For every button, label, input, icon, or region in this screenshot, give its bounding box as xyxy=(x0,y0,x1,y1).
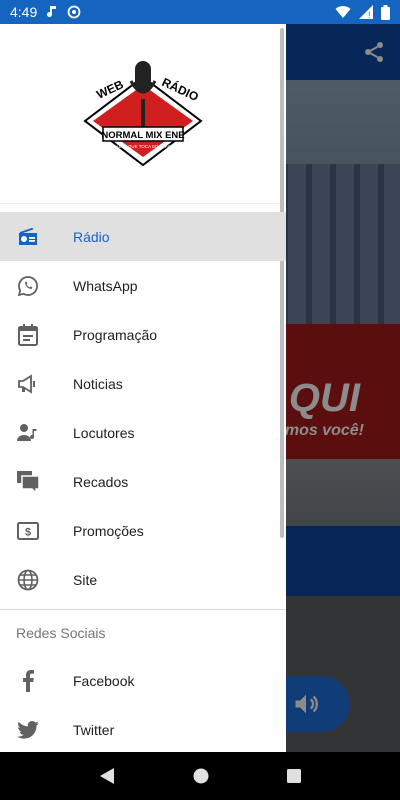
social-section-title: Redes Sociais xyxy=(16,625,106,641)
menu-label: Locutores xyxy=(73,424,135,441)
system-nav-bar xyxy=(0,752,400,800)
status-bar: 4:49 ! xyxy=(0,0,400,24)
menu-item-programacao[interactable]: Programação xyxy=(0,310,286,359)
svg-text:A RÁDIO QUE TOCA EDUCAÇÃO: A RÁDIO QUE TOCA EDUCAÇÃO xyxy=(108,143,178,149)
menu-item-site[interactable]: Site xyxy=(0,555,286,604)
battery-icon xyxy=(381,4,390,20)
drawer-menu: Rádio WhatsApp Programação Noticias Locu… xyxy=(0,212,286,752)
menu-label: Twitter xyxy=(73,721,115,738)
back-icon[interactable] xyxy=(98,767,116,785)
menu-label: Site xyxy=(73,571,98,588)
menu-label: Recados xyxy=(73,473,129,490)
whatsapp-icon xyxy=(16,274,40,298)
menu-label: Programação xyxy=(73,326,158,343)
svg-text:NORMAL MIX ENE: NORMAL MIX ENE xyxy=(101,130,184,141)
twitter-icon xyxy=(16,718,40,742)
music-note-icon xyxy=(47,6,57,18)
megaphone-icon xyxy=(16,372,40,396)
calendar-icon xyxy=(16,323,40,347)
dollar-icon: $ xyxy=(16,519,40,543)
menu-item-noticias[interactable]: Noticias xyxy=(0,359,286,408)
menu-item-whatsapp[interactable]: WhatsApp xyxy=(0,261,286,310)
recents-icon[interactable] xyxy=(286,768,302,784)
chat-icon xyxy=(16,470,40,494)
signal-icon: ! xyxy=(359,5,373,19)
menu-item-recados[interactable]: Recados xyxy=(0,457,286,506)
home-icon[interactable] xyxy=(192,767,210,785)
svg-text:!: ! xyxy=(368,10,371,19)
globe-icon xyxy=(16,568,40,592)
menu-label: Noticias xyxy=(73,375,123,392)
menu-label: WhatsApp xyxy=(73,277,138,294)
menu-item-facebook[interactable]: Facebook xyxy=(0,656,286,705)
menu-label: Facebook xyxy=(73,672,135,689)
facebook-icon xyxy=(16,669,40,693)
status-time: 4:49 xyxy=(10,4,38,20)
menu-item-twitter[interactable]: Twitter xyxy=(0,705,286,752)
menu-label: Promoções xyxy=(73,522,144,539)
wifi-icon xyxy=(335,6,351,19)
svg-text:$: $ xyxy=(25,526,31,538)
menu-item-promocoes[interactable]: $ Promoções xyxy=(0,506,286,555)
menu-item-radio[interactable]: Rádio xyxy=(0,212,286,261)
menu-label: Rádio xyxy=(73,228,110,245)
at-sign-icon xyxy=(67,5,81,19)
navigation-drawer: WEB RÁDIO NORMAL MIX ENE A RÁDIO QUE TOC… xyxy=(0,24,286,752)
menu-item-locutores[interactable]: Locutores xyxy=(0,408,286,457)
person-music-icon xyxy=(16,421,40,445)
web-radio-logo: WEB RÁDIO NORMAL MIX ENE A RÁDIO QUE TOC… xyxy=(83,60,203,166)
radio-icon xyxy=(16,225,40,249)
drawer-header: WEB RÁDIO NORMAL MIX ENE A RÁDIO QUE TOC… xyxy=(0,24,286,204)
